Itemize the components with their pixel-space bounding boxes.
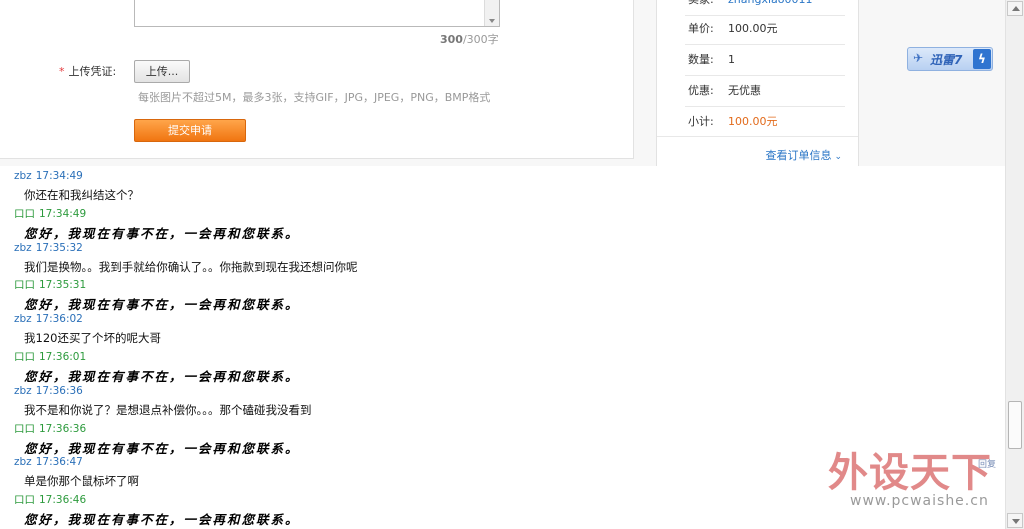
message-meta: 口口 17:36:46 [14,492,86,507]
order-row-discount: 优惠: 无优惠 [685,75,845,107]
message-sender: zbz [14,313,32,326]
message-time: 17:34:49 [39,207,87,220]
arrow-down-icon [1012,519,1020,524]
auto-reply-text: 您好，我现在有事不在，一会再和您联系。 [24,297,300,313]
message-sender: 口口 [14,422,35,435]
upload-button[interactable]: 上传... [134,60,190,83]
bird-icon: ✈ [913,51,924,65]
message-sender: 口口 [14,279,35,292]
textarea-scrollbar[interactable] [484,0,499,26]
message-meta: 口口 17:36:36 [14,421,86,436]
message-time: 17:36:01 [39,351,87,363]
scroll-down-button[interactable] [1007,513,1023,528]
message-text: 单是你那个鼠标坏了啊 [24,474,139,489]
page-scrollbar[interactable] [1005,0,1024,529]
auto-reply-text: 您好，我现在有事不在，一会再和您联系。 [24,512,300,528]
message-sender: 口口 [14,207,35,220]
required-mark: * [59,65,65,78]
message-sender: 口口 [14,494,35,507]
message-meta: zbz 17:36:02 [14,313,83,325]
message-text: 我不是和你说了？是想退点补偿你。。。那个磕碰我没看到 [24,402,312,417]
chat-log: zbz 17:34:49 你还在和我纠结这个？ 口口 17:34:49 您好，我现在有事不… [0,166,1000,529]
char-count: 300/300字 [440,33,499,46]
scroll-up-button[interactable] [1007,1,1023,16]
xunlei-label: 迅雷7 [930,53,963,67]
message-meta: 口口 17:36:01 [14,349,86,364]
order-row-price: 单价: 100.00元 [685,13,845,45]
message-time: 17:36:36 [39,422,87,435]
message-time: 17:36:36 [35,384,83,397]
chevron-down-icon: ⌄ [834,152,842,162]
message-text: 你还在和我纠结这个？ [24,188,139,202]
message-sender: zbz [14,456,32,469]
view-order-info-link[interactable]: 查看订单信息 ⌄ [765,147,842,163]
auto-reply-text: 您好，我现在有事不在，一会再和您联系。 [24,440,300,456]
lightning-icon: ϟ [973,49,991,69]
arrow-up-icon [1012,6,1020,11]
order-footer: 查看订单信息 ⌄ [657,136,858,167]
order-row-quantity: 数量: 1 [685,44,845,76]
upload-hint: 每张图片不超过5M，最多3张，支持GIF，JPG，JPEG，PNG，BMP格式 [138,91,491,104]
message-sender: zbz [14,384,32,397]
message-sender: zbz [14,241,32,254]
message-text: 我120还买了个坏的呢大哥 [24,331,161,346]
xunlei-badge[interactable]: ✈ 迅雷7 ϟ [907,47,993,71]
message-time: 17:36:47 [35,456,83,469]
message-time: 17:35:31 [39,279,87,292]
message-meta: zbz 17:34:49 [14,170,83,182]
message-sender: zbz [14,170,32,182]
auto-reply-text: 您好，我现在有事不在，一会再和您联系。 [24,369,300,384]
reason-textarea[interactable] [134,0,500,27]
order-row-subtotal: 小计: 100.00元 [688,115,778,128]
message-meta: 口口 17:34:49 [14,206,86,221]
message-time: 17:34:49 [35,170,83,182]
upload-proof-label: * 上传凭证: [59,65,117,78]
scroll-down-icon[interactable] [489,19,495,23]
message-meta: zbz 17:36:47 [14,456,83,468]
message-meta: zbz 17:35:32 [14,242,83,254]
order-info-panel: 卖家:zhangxiao0011 单价:100.00元 数量:1 优惠:无优惠 … [656,0,859,166]
auto-reply-text: 您好，我现在有事不在，一会再和您联系。 [24,225,300,241]
message-time: 17:36:46 [39,494,87,507]
refund-form-panel: 300/300字 * 上传凭证: 上传... 每张图片不超过5M，最多3张，支持G… [0,0,634,159]
message-meta: zbz 17:36:36 [14,385,83,397]
message-time: 17:36:02 [35,313,83,326]
message-meta: 口口 17:35:31 [14,277,86,292]
message-time: 17:35:32 [35,241,83,254]
submit-application-button[interactable]: 提交申请 [134,119,246,142]
message-text: 我们是换物。。我到手就给你确认了。。你拖款到现在我还想问你呢 [24,259,358,274]
scroll-thumb[interactable] [1008,401,1022,449]
message-sender: 口口 [14,351,35,363]
